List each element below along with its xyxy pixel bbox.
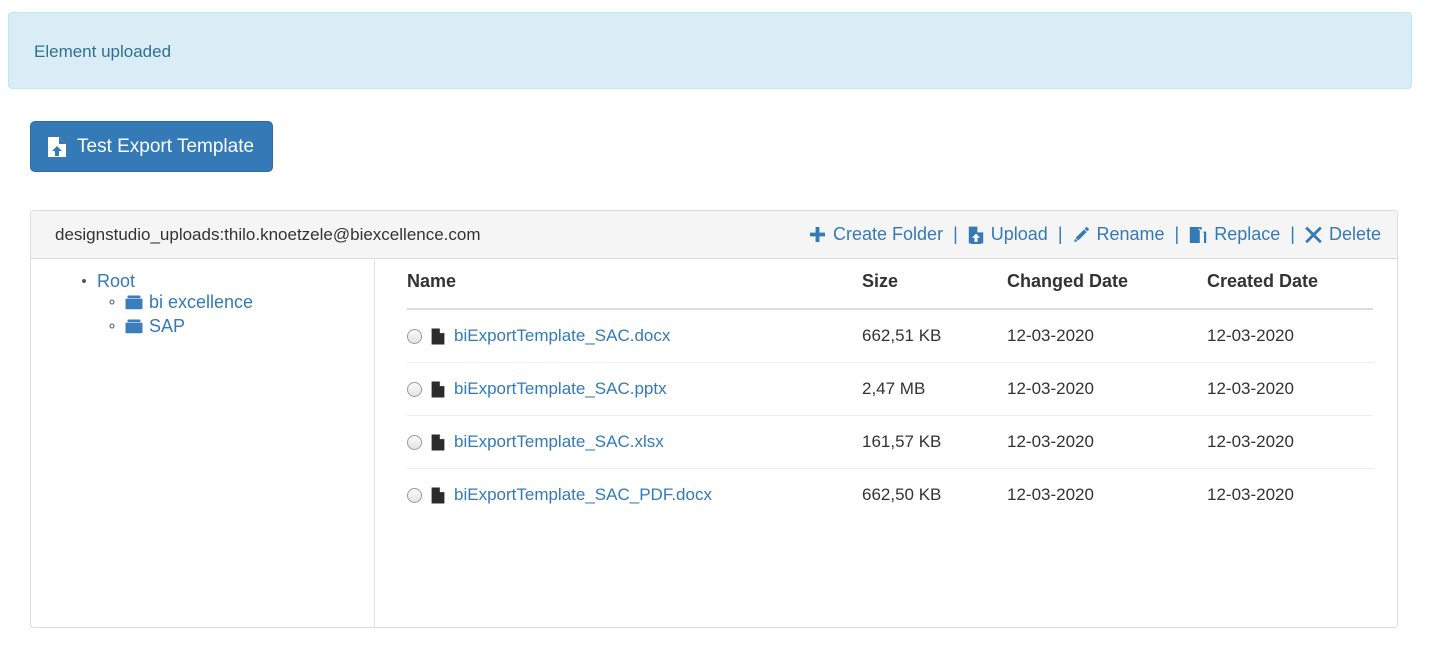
delete-label: Delete	[1328, 224, 1381, 244]
file-name-link[interactable]: biExportTemplate_SAC.docx	[454, 326, 670, 346]
rename-action[interactable]: Rename	[1071, 224, 1167, 245]
plus-icon	[809, 226, 826, 243]
tree-link-sap[interactable]: SAP	[125, 316, 185, 337]
file-name-cell: biExportTemplate_SAC.xlsx	[407, 415, 862, 469]
rename-label: Rename	[1096, 224, 1165, 244]
tree-label-sap: SAP	[149, 316, 186, 336]
file-created-cell: 12-03-2020	[1207, 309, 1373, 363]
tree-child-list: bi excellence	[97, 292, 374, 337]
file-name-cell: biExportTemplate_SAC.docx	[407, 309, 862, 363]
file-table: Name Size Changed Date Created Date biEx…	[407, 271, 1373, 521]
repository-path: designstudio_uploads:thilo.knoetzele@bie…	[55, 224, 481, 244]
panel-header: designstudio_uploads:thilo.knoetzele@bie…	[31, 211, 1397, 259]
action-separator: |	[953, 224, 958, 244]
column-header-created-date: Created Date	[1207, 271, 1373, 310]
folder-icon	[125, 319, 143, 334]
file-created-cell: 12-03-2020	[1207, 415, 1373, 469]
file-icon	[431, 328, 445, 345]
cross-icon	[1305, 226, 1322, 243]
create-folder-label: Create Folder	[833, 224, 944, 244]
file-icon	[431, 487, 445, 504]
panel-action-bar: Create Folder | Upload | Rename | Replac…	[807, 224, 1383, 245]
file-name-link[interactable]: biExportTemplate_SAC_PDF.docx	[454, 485, 712, 505]
action-separator: |	[1057, 224, 1063, 244]
file-select-radio[interactable]	[407, 487, 422, 503]
tree-label-root: Root	[97, 271, 136, 291]
tree-link-root[interactable]: Root	[97, 271, 135, 292]
tree-item-sap: SAP	[125, 316, 374, 337]
file-size-cell: 662,50 KB	[862, 485, 942, 504]
folder-tree: Root bi excellence	[31, 259, 375, 627]
tree-item-root: Root bi excellence	[97, 271, 374, 337]
file-size-cell: 2,47 MB	[862, 362, 1007, 416]
file-changed-cell: 12-03-2020	[1007, 415, 1207, 469]
file-browser-panel: designstudio_uploads:thilo.knoetzele@bie…	[30, 210, 1398, 628]
tree-root-list: Root bi excellence	[31, 271, 374, 337]
action-separator: |	[1174, 224, 1180, 244]
tree-item-bi-excellence: bi excellence	[125, 292, 374, 313]
upload-action[interactable]: Upload	[966, 224, 1050, 245]
info-alert: Element uploaded	[8, 12, 1412, 89]
table-row[interactable]: biExportTemplate_SAC.xlsx 161,57 KB 12-0…	[407, 415, 1373, 469]
column-header-name: Name	[407, 271, 862, 310]
file-changed-cell: 12-03-2020	[1007, 309, 1207, 363]
file-size-cell: 662,51 KB	[862, 309, 1007, 363]
replace-action[interactable]: Replace	[1187, 224, 1282, 245]
upload-label: Upload	[990, 224, 1048, 244]
file-name-cell: biExportTemplate_SAC_PDF.docx	[407, 469, 862, 522]
file-upload-icon	[968, 226, 984, 244]
file-size-cell: 161,57 KB	[862, 415, 1007, 469]
file-select-radio[interactable]	[407, 328, 422, 344]
alert-message: Element uploaded	[34, 42, 172, 61]
panel-body: Root bi excellence	[31, 259, 1397, 627]
file-select-radio[interactable]	[407, 381, 422, 397]
column-header-changed-date: Changed Date	[1007, 271, 1207, 310]
file-select-radio[interactable]	[407, 434, 422, 450]
file-name-cell: biExportTemplate_SAC.pptx	[407, 362, 862, 416]
tree-label-bi-excellence: bi excellence	[149, 292, 254, 312]
table-header-row: Name Size Changed Date Created Date	[407, 271, 1373, 310]
file-name-link[interactable]: biExportTemplate_SAC.pptx	[454, 379, 667, 399]
table-row[interactable]: biExportTemplate_SAC_PDF.docx 662,50 KB …	[407, 469, 1373, 522]
delete-action[interactable]: Delete	[1303, 224, 1383, 245]
file-upload-icon	[47, 136, 67, 158]
file-table-head: Name Size Changed Date Created Date	[407, 271, 1373, 310]
tree-link-bi-excellence[interactable]: bi excellence	[125, 292, 253, 313]
file-icon	[431, 381, 445, 398]
file-list-pane: Name Size Changed Date Created Date biEx…	[375, 259, 1397, 627]
column-header-size: Size	[862, 271, 1007, 310]
table-row[interactable]: biExportTemplate_SAC.pptx 2,47 MB 12-03-…	[407, 362, 1373, 416]
folder-icon	[125, 295, 143, 310]
test-export-template-button[interactable]: Test Export Template	[30, 121, 274, 172]
file-created-cell: 12-03-2020	[1207, 485, 1294, 504]
file-changed-cell: 12-03-2020	[1007, 362, 1207, 416]
file-table-body: biExportTemplate_SAC.docx 662,51 KB 12-0…	[407, 309, 1373, 521]
file-icon	[431, 434, 445, 451]
pencil-icon	[1073, 226, 1090, 243]
file-created-cell: 12-03-2020	[1207, 362, 1373, 416]
copy-files-icon	[1189, 226, 1207, 244]
file-changed-cell: 12-03-2020	[1007, 485, 1094, 504]
create-folder-action[interactable]: Create Folder	[807, 224, 945, 245]
button-label: Test Export Template	[77, 135, 255, 157]
replace-label: Replace	[1214, 224, 1281, 244]
action-separator: |	[1290, 224, 1295, 244]
table-row[interactable]: biExportTemplate_SAC.docx 662,51 KB 12-0…	[407, 309, 1373, 363]
file-name-link[interactable]: biExportTemplate_SAC.xlsx	[454, 432, 664, 452]
